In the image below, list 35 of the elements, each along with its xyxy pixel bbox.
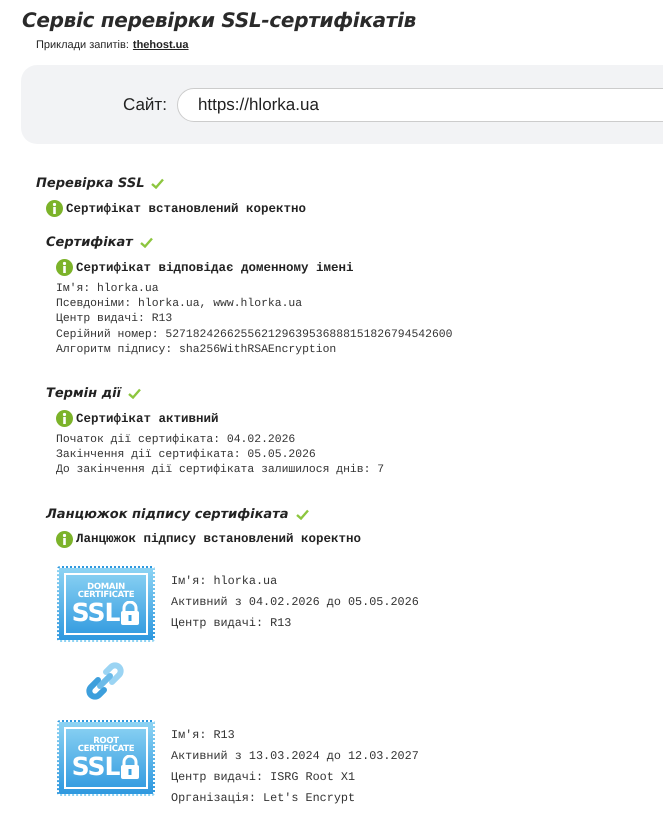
detail-line: Серійний номер: 527182426625562129639536888151826794542600 bbox=[56, 328, 454, 343]
site-input-field[interactable]: https://hlorka.ua bbox=[176, 88, 663, 122]
certificate-detail: Активний з 04.02.2026 до 05.05.2026 bbox=[171, 594, 419, 611]
detail-line: Центр видачі: R13 bbox=[56, 312, 174, 328]
certificate-detail: Центр видачі: ISRG Root X1 bbox=[171, 768, 356, 786]
certificate-detail: Організація: Let's Encrypt bbox=[171, 790, 356, 807]
example-link[interactable]: thehost.ua bbox=[132, 39, 189, 51]
examples-label: Приклади запитів: bbox=[36, 39, 129, 51]
chain-link-icon bbox=[86, 662, 124, 700]
section-heading: Термін дії bbox=[46, 386, 121, 402]
status-message: Ланцюжок підпису встановлений коректно bbox=[76, 532, 362, 546]
detail-line: До закінчення дії сертифіката залишилося днів: 7 bbox=[56, 463, 386, 478]
certificate-detail: Ім'я: hlorka.ua bbox=[171, 572, 278, 590]
ssl-certificate-badge: ROOT CERTIFICATE SSL bbox=[57, 720, 155, 796]
certificate-detail: Центр видачі: R13 bbox=[171, 614, 292, 632]
certificate-detail: Ім'я: R13 bbox=[171, 726, 236, 744]
certificate-detail: Активний з 13.03.2024 до 12.03.2027 bbox=[171, 748, 419, 765]
status-message: Сертифікат активний bbox=[76, 412, 219, 426]
site-label: Сайт: bbox=[123, 94, 167, 114]
section-heading: Ланцюжок підпису сертифіката bbox=[46, 506, 289, 522]
detail-line: Ім'я: hlorka.ua bbox=[56, 282, 160, 297]
info-icon bbox=[56, 259, 73, 276]
page-title: Сервіс перевірки SSL-сертифікатів bbox=[21, 7, 417, 32]
status-message: Сертифікат встановлений коректно bbox=[66, 202, 306, 216]
status-message: Сертифікат відповідає доменному імені bbox=[76, 260, 354, 274]
detail-line: Псевдоніми: hlorka.ua, www.hlorka.ua bbox=[56, 297, 304, 312]
detail-line: Закінчення дії сертифіката: 05.05.2026 bbox=[56, 448, 317, 464]
info-icon bbox=[46, 200, 63, 217]
ssl-certificate-badge: DOMAIN CERTIFICATE SSL bbox=[57, 566, 155, 642]
section-heading: Сертифікат bbox=[46, 235, 133, 250]
info-icon bbox=[56, 530, 73, 548]
detail-line: Початок дії сертифіката: 04.02.2026 bbox=[56, 433, 296, 448]
section-heading: Перевірка SSL bbox=[36, 176, 144, 191]
detail-line: Алгоритм підпису: sha256WithRSAEncryption bbox=[56, 342, 338, 358]
info-icon bbox=[56, 410, 73, 428]
